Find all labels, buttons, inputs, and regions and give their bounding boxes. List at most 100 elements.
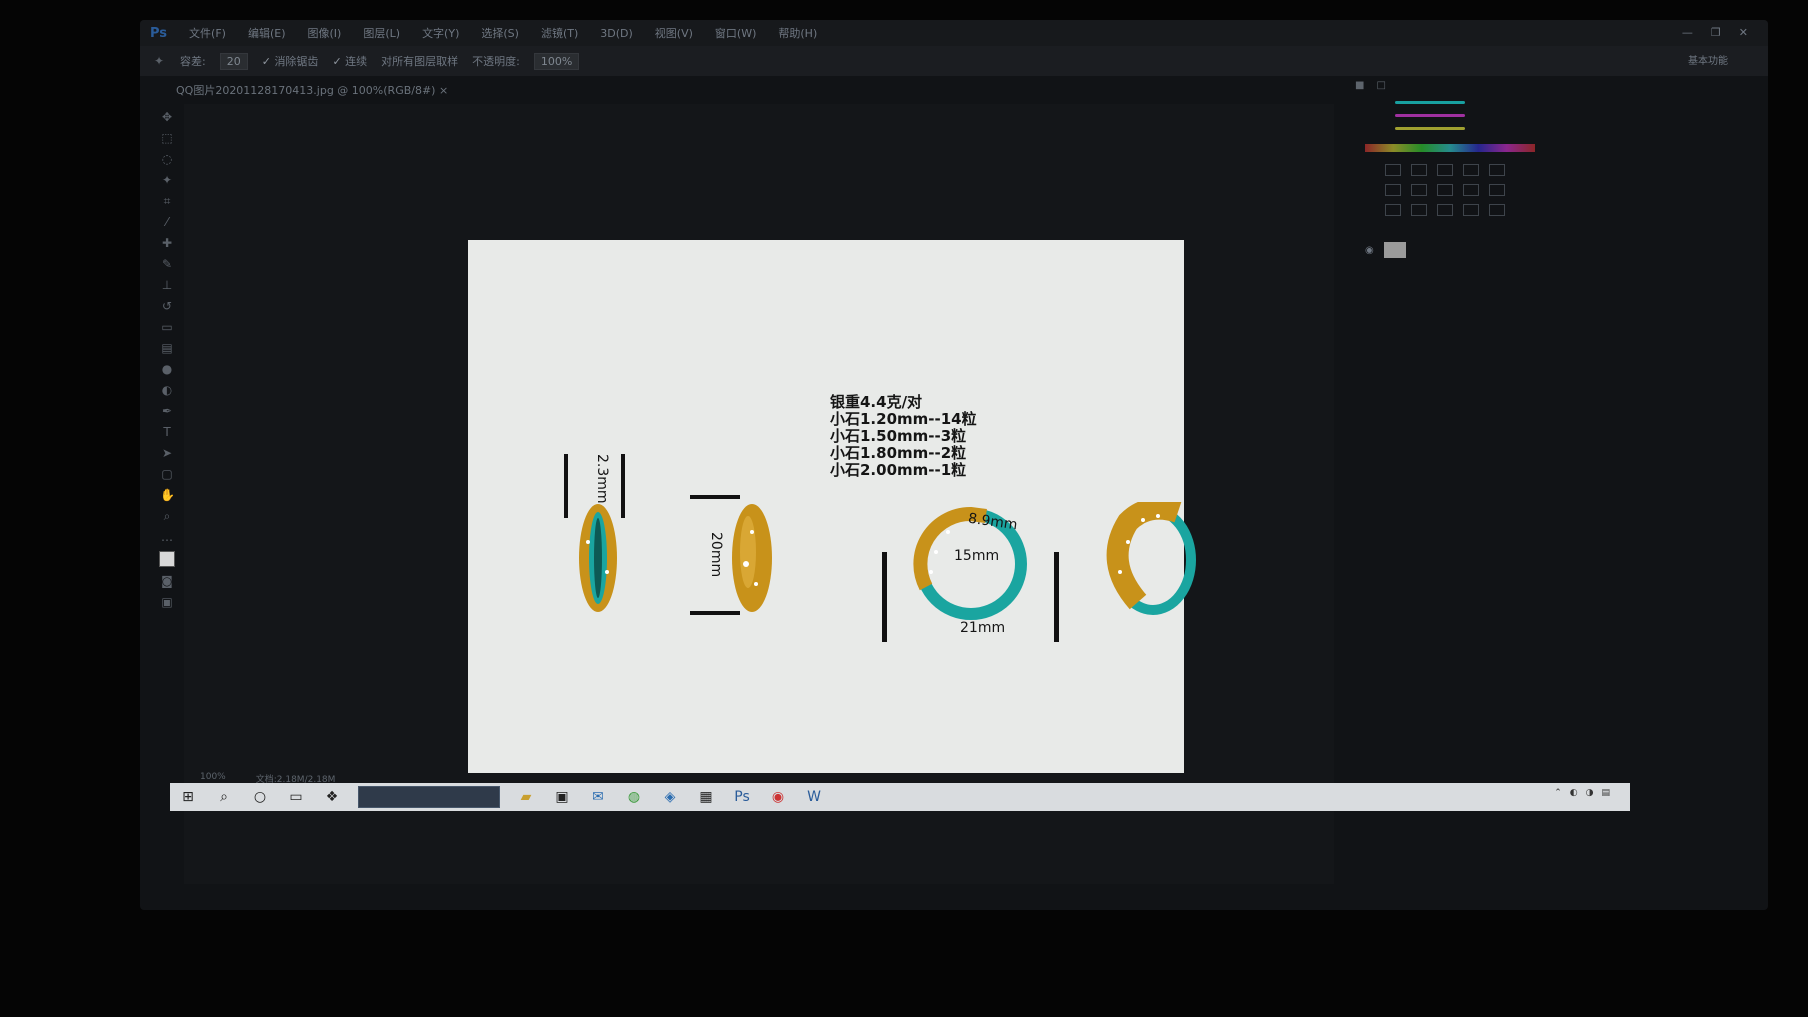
menu-layer[interactable]: 图层(L) [363, 25, 400, 41]
healing-tool-icon[interactable]: ✚ [160, 236, 174, 250]
brightness-icon[interactable] [1385, 164, 1401, 176]
photo-filter-icon[interactable] [1463, 184, 1479, 196]
close-button[interactable]: ✕ [1739, 26, 1748, 39]
opacity-input[interactable]: 100% [533, 52, 580, 70]
restore-button[interactable]: ❐ [1711, 26, 1721, 39]
eraser-tool-icon[interactable]: ▭ [160, 320, 174, 334]
zoom-tool-icon[interactable]: ⌕ [160, 509, 174, 523]
eyedropper-tool-icon[interactable]: ⁄ [160, 215, 174, 229]
mail-icon[interactable]: ✉ [588, 788, 608, 806]
curves-icon[interactable] [1437, 164, 1453, 176]
chrome-icon[interactable]: ◉ [768, 788, 788, 806]
document-tab[interactable]: QQ图片20201128170413.jpg @ 100%(RGB/8#) × [176, 82, 448, 98]
slider-r[interactable] [1395, 101, 1765, 104]
layer-row[interactable]: ◉ [1365, 242, 1765, 258]
window-controls: — ❐ ✕ [1682, 26, 1748, 39]
notification-icon[interactable]: ▤ [1601, 788, 1610, 798]
menu-file[interactable]: 文件(F) [189, 25, 226, 41]
photoshop-taskbar-icon[interactable]: Ps [732, 788, 752, 806]
magic-wand-tool-icon[interactable]: ✦ [160, 173, 174, 187]
balance-icon[interactable] [1411, 184, 1427, 196]
word-icon[interactable]: W [804, 788, 824, 806]
menu-view[interactable]: 视图(V) [655, 25, 693, 41]
slider-b[interactable] [1395, 127, 1765, 130]
earring-side-view [579, 504, 617, 612]
spec-line: 小石1.20mm--14粒 [830, 410, 977, 428]
brush-tool-icon[interactable]: ✎ [160, 257, 174, 271]
shape-tool-icon[interactable]: ▢ [160, 467, 174, 481]
bw-icon[interactable] [1437, 184, 1453, 196]
eye-icon[interactable]: ◉ [1365, 245, 1374, 256]
selective-icon[interactable] [1489, 204, 1505, 216]
type-tool-icon[interactable]: T [160, 425, 174, 439]
foreground-color-swatch[interactable] [159, 551, 175, 567]
photoshop-logo: Ps [150, 25, 168, 41]
all-layers-checkbox[interactable]: 对所有图层取样 [381, 53, 458, 69]
task-view-icon[interactable]: ▭ [286, 788, 306, 806]
tab-color[interactable]: ■ [1355, 80, 1364, 91]
app-icon[interactable]: ❖ [322, 788, 342, 806]
calculator-icon[interactable]: ▦ [696, 788, 716, 806]
crop-tool-icon[interactable]: ⌗ [160, 194, 174, 208]
menu-help[interactable]: 帮助(H) [778, 25, 817, 41]
search-icon[interactable]: ⌕ [214, 788, 234, 806]
color-spectrum-bar[interactable] [1365, 144, 1535, 152]
contiguous-checkbox[interactable]: 连续 [332, 53, 367, 69]
lasso-tool-icon[interactable]: ◌ [160, 152, 174, 166]
threshold-icon[interactable] [1437, 204, 1453, 216]
slider-g[interactable] [1395, 114, 1765, 117]
gradient-tool-icon[interactable]: ▤ [160, 341, 174, 355]
menu-window[interactable]: 窗口(W) [715, 25, 756, 41]
magic-wand-icon[interactable]: ✦ [152, 54, 166, 68]
posterize-icon[interactable] [1411, 204, 1427, 216]
taskbar-search-box[interactable] [358, 786, 500, 808]
hue-icon[interactable] [1385, 184, 1401, 196]
marquee-tool-icon[interactable]: ⬚ [160, 131, 174, 145]
mixer-icon[interactable] [1489, 184, 1505, 196]
workspace-dropdown[interactable]: 基本功能 [1688, 52, 1728, 67]
antialias-checkbox[interactable]: 消除锯齿 [262, 53, 318, 69]
tolerance-input[interactable]: 20 [219, 52, 248, 70]
menu-3d[interactable]: 3D(D) [600, 27, 633, 40]
adjustments-panel [1385, 164, 1765, 216]
menu-edit[interactable]: 编辑(E) [248, 25, 286, 41]
menu-type[interactable]: 文字(Y) [422, 25, 459, 41]
dodge-tool-icon[interactable]: ◐ [160, 383, 174, 397]
browser-icon[interactable]: ◍ [624, 788, 644, 806]
close-tab-icon[interactable]: × [439, 84, 448, 97]
quick-mask-icon[interactable]: ◙ [160, 574, 174, 588]
tab-swatches[interactable]: □ [1376, 80, 1385, 91]
volume-icon[interactable]: ◑ [1586, 788, 1594, 798]
file-explorer-icon[interactable]: ▰ [516, 788, 536, 806]
menu-image[interactable]: 图像(I) [308, 25, 342, 41]
options-bar: ✦ 容差: 20 消除锯齿 连续 对所有图层取样 不透明度: 100% 基本功能 [140, 46, 1768, 76]
tray-chevron-icon[interactable]: ⌃ [1554, 788, 1562, 798]
menu-filter[interactable]: 滤镜(T) [541, 25, 578, 41]
network-icon[interactable]: ◐ [1570, 788, 1578, 798]
document-canvas[interactable]: 银重4.4克/对 小石1.20mm--14粒 小石1.50mm--3粒 小石1.… [468, 240, 1196, 773]
levels-icon[interactable] [1411, 164, 1427, 176]
move-tool-icon[interactable]: ✥ [160, 110, 174, 124]
more-tools-icon[interactable]: … [160, 530, 174, 544]
qq-browser-icon[interactable]: ◈ [660, 788, 680, 806]
path-select-icon[interactable]: ➤ [160, 446, 174, 460]
history-brush-icon[interactable]: ↺ [160, 299, 174, 313]
hand-tool-icon[interactable]: ✋ [160, 488, 175, 502]
invert-icon[interactable] [1385, 204, 1401, 216]
vibrance-icon[interactable] [1489, 164, 1505, 176]
menu-bar: Ps 文件(F) 编辑(E) 图像(I) 图层(L) 文字(Y) 选择(S) 滤… [140, 20, 1768, 46]
screen-mode-icon[interactable]: ▣ [160, 595, 174, 609]
stamp-tool-icon[interactable]: ⊥ [160, 278, 174, 292]
exposure-icon[interactable] [1463, 164, 1479, 176]
store-icon[interactable]: ▣ [552, 788, 572, 806]
blur-tool-icon[interactable]: ● [160, 362, 174, 376]
height-label: 20mm [708, 532, 724, 578]
spec-line: 小石2.00mm--1粒 [830, 461, 967, 479]
minimize-button[interactable]: — [1682, 26, 1693, 39]
cortana-icon[interactable]: ○ [250, 788, 270, 806]
pen-tool-icon[interactable]: ✒ [160, 404, 174, 418]
start-icon[interactable]: ⊞ [178, 788, 198, 806]
map-icon[interactable] [1463, 204, 1479, 216]
windows-taskbar: ⊞ ⌕ ○ ▭ ❖ ▰ ▣ ✉ ◍ ◈ ▦ Ps ◉ W ⌃ ◐ ◑ ▤ [170, 783, 1630, 811]
menu-select[interactable]: 选择(S) [481, 25, 519, 41]
